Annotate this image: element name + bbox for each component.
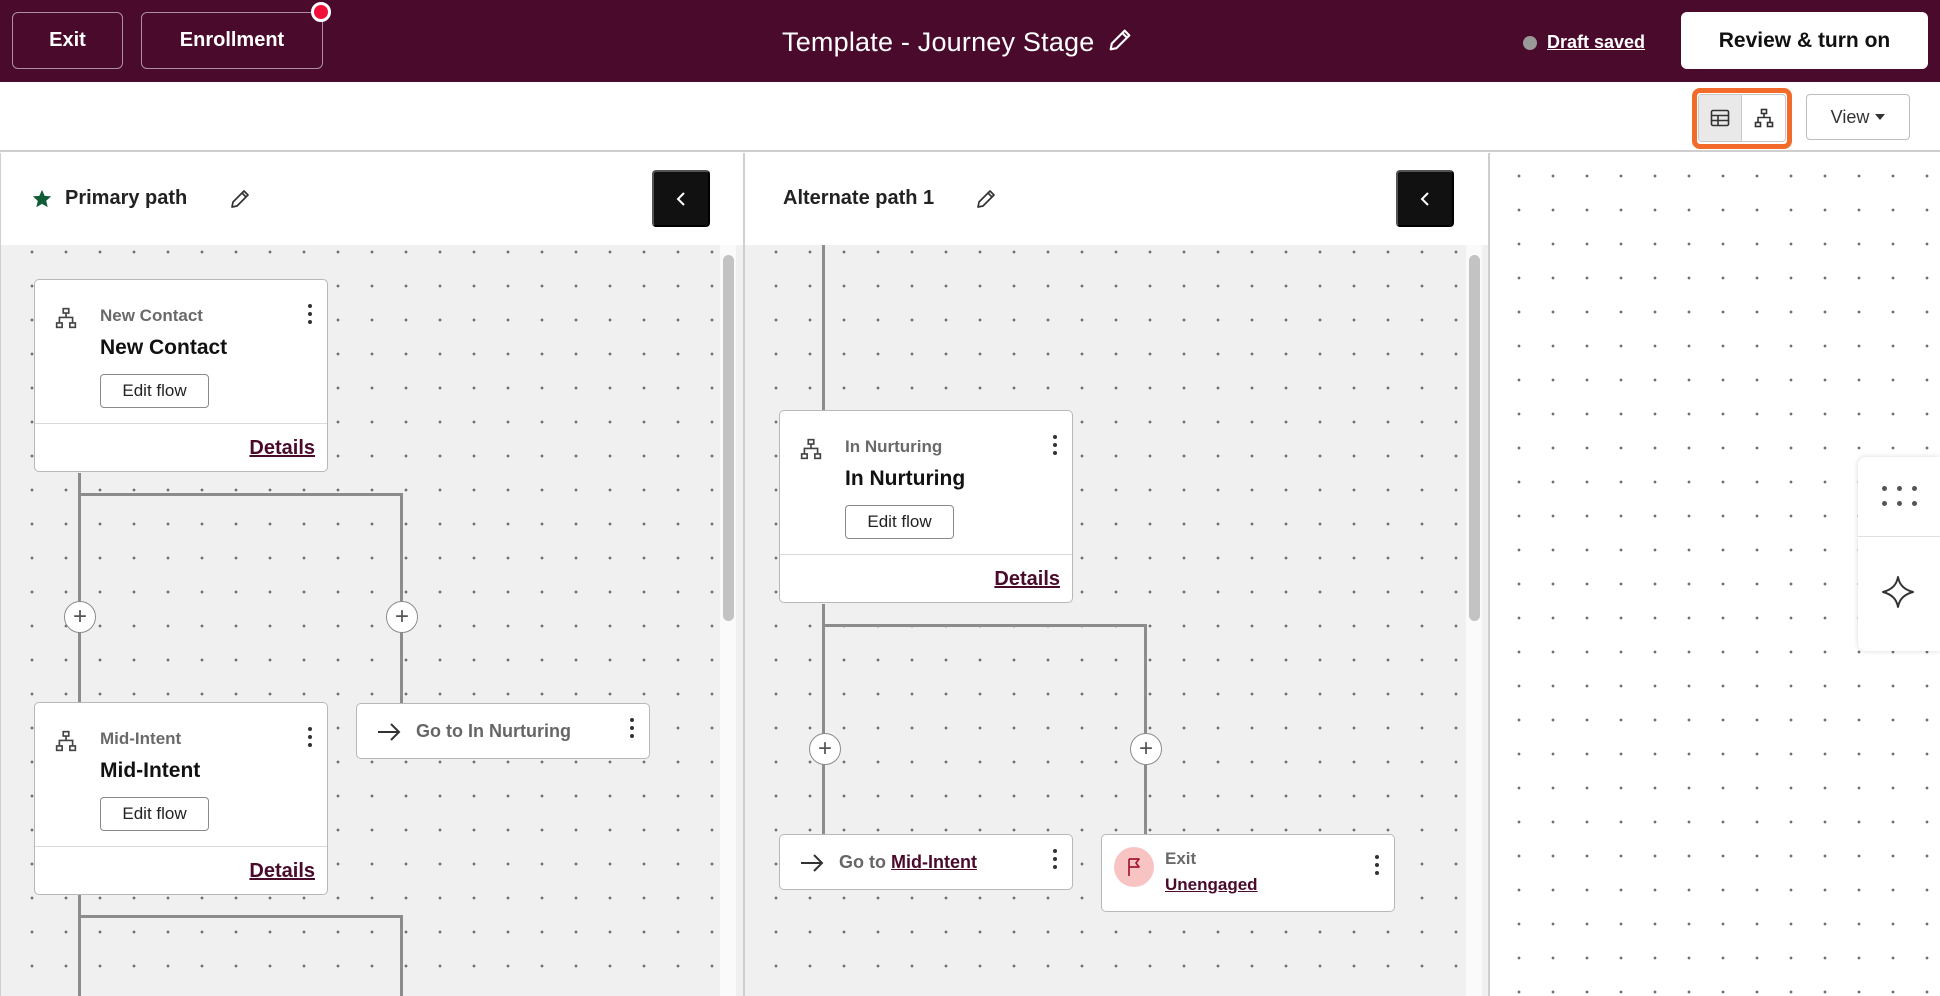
more-options-icon[interactable] — [1052, 849, 1058, 869]
goto-prefix: Go to — [839, 852, 886, 872]
alternate-path-title: Alternate path 1 — [783, 187, 935, 209]
notification-dot — [311, 2, 331, 22]
flow-card-mid-intent[interactable]: Mid-Intent Mid-Intent Edit flow Details — [34, 702, 328, 895]
view-label: View — [1830, 106, 1870, 127]
alternate-path-header: Alternate path 1 — [745, 153, 1488, 245]
tree-view-icon[interactable] — [1742, 95, 1785, 141]
goto-card-mid-intent[interactable]: Go to Mid-Intent — [779, 834, 1073, 890]
add-action-plus-button[interactable]: + — [386, 601, 418, 633]
view-dropdown-button[interactable]: View — [1806, 94, 1910, 140]
edit-flow-button[interactable]: Edit flow — [845, 505, 954, 539]
workflow-title-area: Template - Journey Stage — [782, 22, 1134, 62]
goto-target-link[interactable]: Mid-Intent — [891, 852, 977, 872]
goto-label: Go to Mid-Intent — [839, 852, 977, 873]
edit-flow-button[interactable]: Edit flow — [100, 374, 209, 408]
more-options-icon[interactable] — [1374, 855, 1380, 875]
review-turn-on-button[interactable]: Review & turn on — [1681, 12, 1928, 69]
connector-line — [400, 915, 403, 996]
exit-label: Exit — [1165, 849, 1197, 868]
connector-line — [78, 493, 403, 496]
more-options-icon[interactable] — [629, 718, 635, 738]
card-name: New Contact — [100, 336, 228, 359]
grid-dots-icon[interactable] — [1882, 486, 1918, 506]
connector-line — [822, 624, 1147, 627]
draft-status: Draft saved — [1523, 32, 1645, 53]
sparkle-icon[interactable] — [1880, 574, 1916, 615]
flow-card-in-nurturing[interactable]: In Nurturing In Nurturing Edit flow Deta… — [779, 410, 1073, 603]
enrollment-button[interactable]: Enrollment — [141, 12, 323, 69]
branch-flow-icon — [55, 730, 77, 757]
view-mode-toggle — [1698, 94, 1786, 142]
canvas-toolbar — [0, 82, 1940, 152]
exit-button[interactable]: Exit — [12, 12, 123, 69]
more-options-icon[interactable] — [307, 727, 313, 747]
edit-path-name-pencil-icon[interactable] — [228, 187, 252, 216]
primary-path-scrollbar[interactable] — [720, 245, 736, 996]
collapse-primary-path-button[interactable] — [652, 170, 710, 227]
connector-line — [400, 493, 403, 703]
goto-card-in-nurturing[interactable]: Go to In Nurturing — [356, 703, 650, 759]
add-action-plus-button[interactable]: + — [1130, 733, 1162, 765]
caret-down-icon — [1875, 114, 1886, 120]
card-type-label: New Contact — [100, 306, 203, 325]
scrollbar-thumb[interactable] — [1469, 255, 1480, 621]
draft-status-dot — [1523, 35, 1537, 50]
card-type-label: Mid-Intent — [100, 729, 182, 748]
edit-title-pencil-icon[interactable] — [1106, 26, 1134, 59]
collapse-alternate-path-button[interactable] — [1396, 170, 1454, 227]
more-options-icon[interactable] — [307, 304, 313, 324]
add-action-plus-button[interactable]: + — [809, 733, 841, 765]
side-toolbox — [1858, 457, 1940, 651]
toolbox-divider — [1858, 536, 1940, 537]
details-link[interactable]: Details — [249, 437, 315, 460]
arrow-right-icon — [376, 721, 402, 748]
card-type-label: In Nurturing — [845, 437, 943, 456]
star-icon — [31, 188, 53, 215]
edit-flow-button[interactable]: Edit flow — [100, 797, 209, 831]
primary-path-title: Primary path — [65, 187, 188, 209]
flag-icon — [1114, 847, 1154, 887]
table-view-icon[interactable] — [1699, 95, 1743, 141]
arrow-right-icon — [799, 852, 825, 879]
top-bar: Exit Enrollment Template - Journey Stage… — [0, 0, 1940, 82]
goto-label: Go to In Nurturing — [416, 721, 571, 741]
primary-path-header: Primary path — [1, 153, 743, 245]
workflow-title: Template - Journey Stage — [782, 26, 1095, 57]
flow-card-new-contact[interactable]: New Contact New Contact Edit flow Detail… — [34, 279, 328, 472]
connector-line — [78, 893, 81, 996]
card-divider — [35, 423, 327, 424]
branch-flow-icon — [800, 438, 822, 465]
alternate-path-scrollbar[interactable] — [1466, 245, 1482, 996]
add-action-plus-button[interactable]: + — [64, 601, 96, 633]
scrollbar-thumb[interactable] — [723, 255, 734, 621]
card-name: Mid-Intent — [100, 759, 201, 782]
draft-saved-link[interactable]: Draft saved — [1547, 32, 1645, 53]
card-divider — [35, 846, 327, 847]
card-divider — [780, 554, 1072, 555]
details-link[interactable]: Details — [994, 568, 1060, 591]
connector-line — [822, 245, 825, 410]
connector-line — [822, 604, 825, 836]
edit-path-name-pencil-icon[interactable] — [974, 187, 998, 216]
details-link[interactable]: Details — [249, 860, 315, 883]
card-name: In Nurturing — [845, 467, 966, 490]
connector-line — [78, 473, 81, 703]
more-options-icon[interactable] — [1052, 435, 1058, 455]
exit-card-unengaged[interactable]: Exit Unengaged — [1101, 834, 1395, 912]
branch-flow-icon — [55, 307, 77, 334]
exit-target-link[interactable]: Unengaged — [1165, 875, 1258, 895]
connector-line — [1144, 624, 1147, 834]
connector-line — [78, 915, 403, 918]
